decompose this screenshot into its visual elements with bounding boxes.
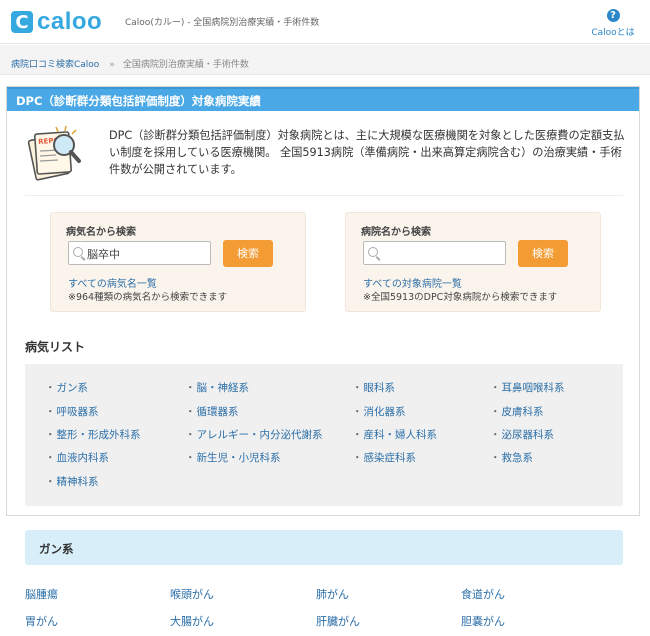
- search-icon: [73, 247, 83, 257]
- disease-link[interactable]: 大腸がん: [170, 613, 214, 629]
- category-link[interactable]: アレルギー・内分泌代謝系: [185, 427, 323, 442]
- hospital-search-input[interactable]: [363, 241, 506, 265]
- hospital-search-box: 病院名から検索 検索 すべての対象病院一覧 ※全国5913のDPC対象病院から検…: [345, 212, 601, 312]
- category-link[interactable]: 呼吸器系: [45, 404, 99, 419]
- about-caloo-link[interactable]: ? Calooとは: [588, 9, 638, 38]
- disease-search-note: ※964種類の病気名から検索できます: [68, 292, 228, 303]
- category-link[interactable]: 新生児・小児科系: [185, 450, 281, 465]
- disease-search-box: 病気名から検索 脳卒中 検索 すべての病気名一覧 ※964種類の病気名から検索で…: [50, 212, 306, 312]
- category-link[interactable]: 循環器系: [185, 404, 239, 419]
- category-link[interactable]: 整形・形成外科系: [45, 427, 141, 442]
- panel-title: DPC（診断群分類包括評価制度）対象病院実績: [7, 87, 639, 111]
- category-link[interactable]: 精神科系: [45, 474, 99, 489]
- logo-mark: C: [11, 11, 33, 33]
- category-link[interactable]: 消化器系: [352, 404, 406, 419]
- caloo-logo[interactable]: C caloo: [11, 10, 102, 34]
- all-hospitals-link[interactable]: すべての対象病院一覧: [363, 275, 462, 290]
- report-icon: REPORT: [27, 125, 81, 181]
- breadcrumb-home[interactable]: 病院口コミ検索Caloo: [11, 60, 99, 70]
- category-link[interactable]: 眼科系: [352, 380, 396, 395]
- question-icon: ?: [606, 9, 620, 22]
- disease-search-input[interactable]: 脳卒中: [68, 241, 211, 265]
- disease-link[interactable]: 喉頭がん: [170, 586, 214, 602]
- disease-search-title: 病気名から検索: [66, 227, 136, 238]
- category-link[interactable]: ガン系: [45, 380, 89, 395]
- category-link[interactable]: 感染症科系: [352, 450, 417, 465]
- disease-category-list: ガン系 脳・神経系 眼科系 耳鼻咽喉科系 呼吸器系 循環器系 消化器系 皮膚科系…: [25, 364, 623, 506]
- disease-link[interactable]: 肺がん: [316, 586, 349, 602]
- dpc-panel: DPC（診断群分類包括評価制度）対象病院実績 REPORT DPC（診断群分類包…: [6, 86, 640, 516]
- category-link[interactable]: 産科・婦人科系: [352, 427, 438, 442]
- about-caloo-label: Calooとは: [591, 28, 635, 38]
- hospital-search-note: ※全国5913のDPC対象病院から検索できます: [363, 292, 558, 303]
- divider: [25, 195, 623, 196]
- breadcrumb-current: 全国病院別治療実績・手術件数: [122, 60, 249, 70]
- category-link[interactable]: 泌尿器科系: [490, 427, 555, 442]
- breadcrumb-separator: »: [109, 60, 115, 70]
- hospital-search-button[interactable]: 検索: [518, 240, 568, 267]
- category-link[interactable]: 脳・神経系: [185, 380, 250, 395]
- breadcrumb: 病院口コミ検索Caloo » 全国病院別治療実績・手術件数: [0, 45, 650, 75]
- disease-link[interactable]: 脳腫瘍: [25, 586, 58, 602]
- category-link[interactable]: 耳鼻咽喉科系: [490, 380, 565, 395]
- disease-link[interactable]: 食道がん: [461, 586, 505, 602]
- disease-search-button[interactable]: 検索: [223, 240, 273, 267]
- category-link[interactable]: 血液内科系: [45, 450, 110, 465]
- logo-text: caloo: [37, 8, 103, 35]
- category-link[interactable]: 皮膚科系: [490, 404, 544, 419]
- disease-link[interactable]: 肝臓がん: [316, 613, 360, 629]
- disease-list-title: 病気リスト: [25, 340, 86, 354]
- disease-link[interactable]: 胃がん: [25, 613, 58, 629]
- disease-search-value: 脳卒中: [87, 248, 120, 261]
- all-diseases-link[interactable]: すべての病気名一覧: [68, 275, 157, 290]
- search-icon: [368, 247, 378, 257]
- site-header: C caloo Caloo(カルー) - 全国病院別治療実績・手術件数 ? Ca…: [0, 0, 650, 44]
- site-tagline: Caloo(カルー) - 全国病院別治療実績・手術件数: [125, 18, 320, 28]
- disease-link[interactable]: 胆嚢がん: [461, 613, 505, 629]
- hospital-search-title: 病院名から検索: [361, 227, 431, 238]
- intro-text: DPC（診断群分類包括評価制度）対象病院とは、主に大規模な医療機関を対象とした医…: [109, 129, 625, 176]
- category-link[interactable]: 救急系: [490, 450, 534, 465]
- section-title-cancer: ガン系: [25, 530, 623, 565]
